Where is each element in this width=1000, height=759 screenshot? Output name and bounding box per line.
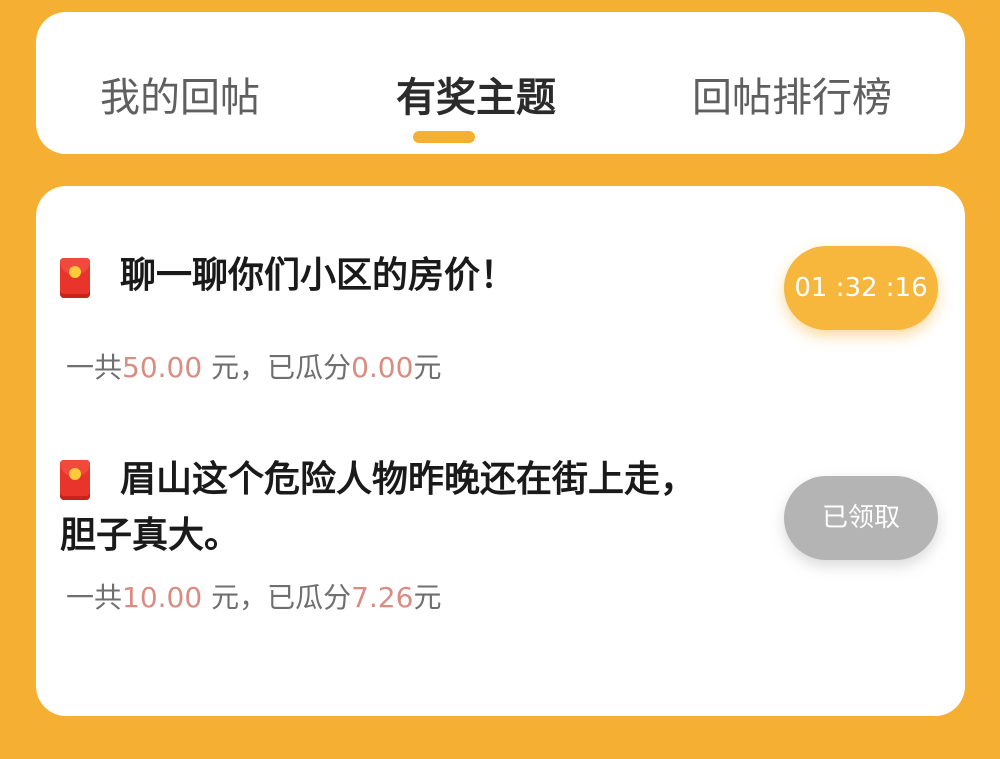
tab-bar: 我的回帖 有奖主题 回帖排行榜 bbox=[36, 12, 965, 154]
countdown-timer-button[interactable]: 01 :32 :16 bbox=[784, 246, 938, 330]
red-envelope-icon bbox=[60, 258, 90, 298]
reward-split: 7.26 bbox=[351, 581, 414, 614]
tab-my-replies[interactable]: 我的回帖 bbox=[100, 70, 260, 126]
post-title[interactable]: 聊一聊你们小区的房价！ bbox=[120, 248, 760, 304]
post-title[interactable]: 眉山这个危险人物昨晚还在街上走，胆子真大。 bbox=[60, 452, 720, 564]
tab-reply-ranking[interactable]: 回帖排行榜 bbox=[692, 70, 892, 126]
reward-total: 50.00 bbox=[122, 351, 203, 384]
tab-prize-topics[interactable]: 有奖主题 bbox=[396, 70, 556, 126]
reward-summary: 一共50.00 元，已瓜分0.00元 bbox=[66, 351, 442, 384]
topic-list: 聊一聊你们小区的房价！ 一共50.00 元，已瓜分0.00元 01 :32 :1… bbox=[36, 186, 965, 716]
reward-total: 10.00 bbox=[122, 581, 203, 614]
reward-summary: 一共10.00 元，已瓜分7.26元 bbox=[66, 581, 442, 614]
active-tab-indicator bbox=[413, 131, 475, 143]
reward-split: 0.00 bbox=[351, 351, 414, 384]
claimed-button[interactable]: 已领取 bbox=[784, 476, 938, 560]
